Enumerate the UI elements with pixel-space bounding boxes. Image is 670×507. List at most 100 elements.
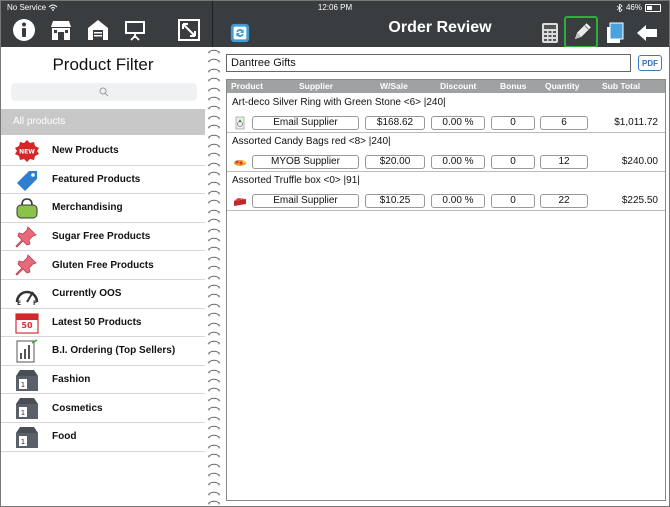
row-subtotal: $225.50 [621, 195, 658, 206]
binding-ring-icon [207, 228, 221, 233]
wsale-field[interactable]: $20.00 [365, 155, 425, 169]
category-label: Food [52, 431, 77, 443]
discount-field[interactable]: 0.00 % [431, 194, 485, 208]
chart-report-icon [14, 339, 40, 363]
quantity-field[interactable]: 6 [540, 116, 588, 130]
product-filter-title: Product Filter [52, 55, 154, 74]
bag-icon [14, 196, 40, 220]
binding-ring-icon [207, 369, 221, 374]
category-item[interactable]: B.I. Ordering (Top Sellers) [1, 337, 205, 366]
product-filter-panel: Product Filter All products NEW New Prod… [1, 47, 206, 506]
binding-ring-icon [207, 256, 221, 261]
svg-text:1: 1 [21, 409, 25, 417]
pushpin-icon [14, 225, 40, 249]
category-label: B.I. Ordering (Top Sellers) [52, 345, 176, 357]
category-item[interactable]: Featured Products [1, 166, 205, 195]
back-arrow-icon[interactable] [635, 21, 659, 45]
binding-ring-icon [207, 463, 221, 468]
calendar-icon: 50 [14, 311, 40, 335]
category-item[interactable]: E F Currently OOS [1, 280, 205, 309]
binding-ring-icon [207, 68, 221, 73]
wsale-field[interactable]: $168.62 [365, 116, 425, 130]
category-label: New Products [52, 145, 119, 157]
category-label: Currently OOS [52, 288, 122, 300]
supplier-button[interactable]: Email Supplier [252, 116, 359, 130]
binding-ring-icon [207, 190, 221, 195]
table-row[interactable]: Assorted Truffle box <0> |91| Email Supp… [227, 172, 665, 211]
category-item[interactable]: 1 Fashion [1, 366, 205, 395]
customer-name-field[interactable]: Dantree Gifts [226, 54, 631, 72]
edit-button[interactable] [564, 16, 598, 48]
binding-ring-icon [207, 284, 221, 289]
category-label: Merchandising [52, 202, 123, 214]
supplier-button[interactable]: MYOB Supplier [252, 155, 359, 169]
binding-ring-icon [207, 153, 221, 157]
category-label: Sugar Free Products [52, 231, 151, 243]
category-item[interactable]: Gluten Free Products [1, 251, 205, 280]
category-item[interactable]: 1 Food [1, 423, 205, 452]
supplier-button[interactable]: Email Supplier [252, 194, 359, 208]
binding-ring-icon [207, 218, 221, 223]
binding-ring-icon [207, 350, 221, 355]
box-icon: 1 [14, 425, 40, 449]
box-icon: 1 [14, 368, 40, 392]
category-item[interactable]: 50 Latest 50 Products [1, 309, 205, 338]
table-row[interactable]: Art-deco Silver Ring with Green Stone <6… [227, 94, 665, 133]
column-header: Bonus [500, 81, 527, 91]
pencil-icon [571, 21, 593, 43]
product-name: Assorted Candy Bags red <8> |240| [232, 136, 391, 147]
binding-ring-icon [207, 472, 221, 477]
category-item[interactable]: Sugar Free Products [1, 223, 205, 252]
svg-text:50: 50 [21, 321, 33, 330]
svg-text:1: 1 [21, 381, 25, 389]
binding-ring-icon [207, 77, 221, 82]
binding-ring-icon [207, 482, 221, 486]
category-all-products[interactable]: All products [1, 109, 205, 135]
binding-ring-icon [207, 209, 221, 214]
svg-text:E: E [17, 300, 21, 306]
bonus-field[interactable]: 0 [491, 194, 535, 208]
binding-ring-icon [207, 171, 221, 176]
copy-order-icon[interactable] [603, 21, 627, 45]
quantity-field[interactable]: 22 [540, 194, 588, 208]
category-label: Gluten Free Products [52, 259, 154, 271]
clock: 12:06 PM [317, 3, 353, 12]
binding-ring-icon [207, 247, 221, 251]
product-search[interactable] [11, 83, 197, 101]
category-label: Featured Products [52, 173, 141, 185]
category-label: Cosmetics [52, 402, 103, 414]
bonus-field[interactable]: 0 [491, 155, 535, 169]
wsale-field[interactable]: $10.25 [365, 194, 425, 208]
svg-text:F: F [33, 300, 37, 306]
svg-text:1: 1 [21, 438, 25, 446]
binding-ring-icon [207, 200, 221, 204]
column-header: Discount [440, 81, 477, 91]
binding-ring-icon [207, 96, 221, 101]
binding-ring-icon [207, 453, 221, 458]
bonus-field[interactable]: 0 [491, 116, 535, 130]
status-bar: No Service 12:06 PM 46% [1, 1, 669, 15]
binding-ring-icon [207, 388, 221, 392]
discount-field[interactable]: 0.00 % [431, 116, 485, 130]
category-item[interactable]: NEW New Products [1, 137, 205, 166]
bluetooth-icon [616, 4, 623, 12]
calculator-icon[interactable] [538, 21, 562, 45]
category-label: Fashion [52, 374, 91, 386]
binding-ring-icon [207, 124, 221, 129]
column-header: Sub Total [602, 81, 641, 91]
binding-ring-icon [207, 359, 221, 364]
binding-ring-icon [207, 500, 221, 505]
category-item[interactable]: Merchandising [1, 194, 205, 223]
top-toolbar: No Service 12:06 PM 46% Order Review [1, 1, 669, 48]
table-row[interactable]: Assorted Candy Bags red <8> |240| MYOB S… [227, 133, 665, 172]
pdf-button[interactable]: PDF [638, 55, 662, 71]
quantity-field[interactable]: 12 [540, 155, 588, 169]
battery-status: 46% [616, 1, 661, 15]
discount-field[interactable]: 0.00 % [431, 155, 485, 169]
binding-ring-icon [207, 237, 221, 242]
notebook-binding [205, 47, 223, 506]
binding-ring-icon [207, 134, 221, 139]
binding-ring-icon [207, 115, 221, 120]
category-item[interactable]: 1 Cosmetics [1, 394, 205, 423]
binding-ring-icon [207, 397, 221, 402]
